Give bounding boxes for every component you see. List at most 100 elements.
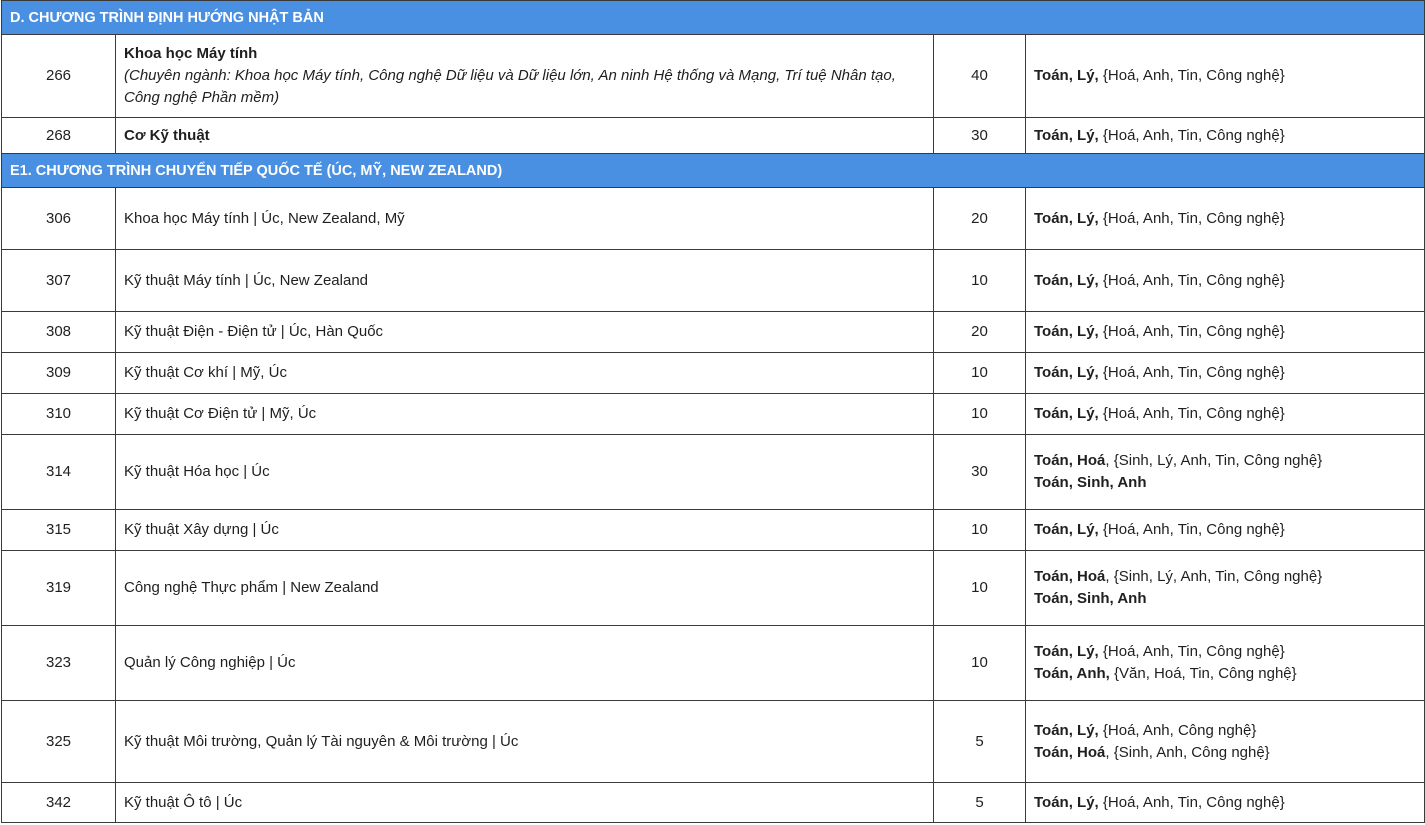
subject-combos: Toán, Hoá, {Sinh, Lý, Anh, Tin, Công ngh… [1025,550,1425,626]
subject-combos: Toán, Lý, {Hoá, Anh, Tin, Công nghệ} [1025,393,1425,435]
combo-required: Toán, Lý, [1034,209,1099,227]
program-code: 323 [1,625,116,701]
combo-required: Toán, Lý, [1034,271,1099,289]
combo-required: Toán, Lý, [1034,721,1099,739]
program-code: 310 [1,393,116,435]
program-code: 325 [1,700,116,783]
combo-optional: , {Sinh, Anh, Công nghệ} [1105,743,1270,761]
program-name: Khoa học Máy tính | Úc, New Zealand, Mỹ [115,187,934,250]
combo-required: Toán, Sinh, Anh [1034,474,1147,491]
combo-optional: {Hoá, Anh, Tin, Công nghệ} [1098,126,1285,144]
combo-required: Toán, Lý, [1034,126,1099,144]
combo-required: Toán, Lý, [1034,323,1099,340]
program-name: Kỹ thuật Điện - Điện tử | Úc, Hàn Quốc [115,311,934,353]
program-quota: 10 [933,352,1026,394]
program-name: Công nghệ Thực phẩm | New Zealand [115,550,934,626]
combo-optional: {Hoá, Anh, Tin, Công nghệ} [1098,364,1285,381]
program-code: 266 [1,34,116,118]
section-header-d: D. CHƯƠNG TRÌNH ĐỊNH HƯỚNG NHẬT BẢN [1,0,1425,35]
section-header-e1: E1. CHƯƠNG TRÌNH CHUYỂN TIẾP QUỐC TẾ (ÚC… [1,153,1425,188]
combo-required: Toán, Anh, [1034,665,1110,682]
program-code: 306 [1,187,116,250]
table-row: 266 Khoa học Máy tính (Chuyên ngành: Kho… [1,34,1425,118]
table-row: 308 Kỹ thuật Điện - Điện tử | Úc, Hàn Qu… [1,311,1425,353]
combo-required: Toán, Hoá [1034,568,1106,585]
combo-required: Toán, Lý, [1034,364,1099,381]
program-code: 314 [1,434,116,510]
subject-combos: Toán, Hoá, {Sinh, Lý, Anh, Tin, Công ngh… [1025,434,1425,510]
table-row: 307 Kỹ thuật Máy tính | Úc, New Zealand … [1,249,1425,312]
program-name: Kỹ thuật Cơ Điện tử | Mỹ, Úc [115,393,934,435]
subject-combos: Toán, Lý, {Hoá, Anh, Công nghệ} Toán, Ho… [1025,700,1425,783]
subject-combos: Toán, Lý, {Hoá, Anh, Tin, Công nghệ} [1025,311,1425,353]
table-row: 342 Kỹ thuật Ô tô | Úc 5 Toán, Lý, {Hoá,… [1,782,1425,823]
section-title: D. CHƯƠNG TRÌNH ĐỊNH HƯỚNG NHẬT BẢN [1,0,1425,35]
program-quota: 20 [933,311,1026,353]
program-quota: 5 [933,700,1026,783]
subject-combos: Toán, Lý, {Hoá, Anh, Tin, Công nghệ} [1025,249,1425,312]
combo-required: Toán, Sinh, Anh [1034,590,1147,607]
program-quota: 5 [933,782,1026,823]
combo-required: Toán, Hoá [1034,743,1106,761]
subject-combos: Toán, Lý, {Hoá, Anh, Tin, Công nghệ} [1025,117,1425,154]
subject-combos: Toán, Lý, {Hoá, Anh, Tin, Công nghệ} [1025,187,1425,250]
program-note: (Chuyên ngành: Khoa học Máy tính, Công n… [124,67,896,106]
table-row: 319 Công nghệ Thực phẩm | New Zealand 10… [1,550,1425,626]
table-row: 315 Kỹ thuật Xây dựng | Úc 10 Toán, Lý, … [1,509,1425,551]
table-row: 310 Kỹ thuật Cơ Điện tử | Mỹ, Úc 10 Toán… [1,393,1425,435]
combo-required: Toán, Lý, [1034,405,1099,422]
program-quota: 10 [933,509,1026,551]
subject-combos: Toán, Lý, {Hoá, Anh, Tin, Công nghệ} [1025,509,1425,551]
program-code: 319 [1,550,116,626]
combo-optional: {Hoá, Anh, Tin, Công nghệ} [1098,793,1285,811]
program-name: Kỹ thuật Cơ khí | Mỹ, Úc [115,352,934,394]
combo-required: Toán, Lý, [1034,67,1099,84]
programs-table: D. CHƯƠNG TRÌNH ĐỊNH HƯỚNG NHẬT BẢN 266 … [1,0,1425,823]
subject-combos: Toán, Lý, {Hoá, Anh, Tin, Công nghệ} [1025,782,1425,823]
table-row: 309 Kỹ thuật Cơ khí | Mỹ, Úc 10 Toán, Lý… [1,352,1425,394]
combo-required: Toán, Hoá [1034,452,1106,469]
section-title: E1. CHƯƠNG TRÌNH CHUYỂN TIẾP QUỐC TẾ (ÚC… [1,153,1425,188]
program-code: 342 [1,782,116,823]
program-quota: 10 [933,249,1026,312]
subject-combos: Toán, Lý, {Hoá, Anh, Tin, Công nghệ} [1025,352,1425,394]
program-name: Kỹ thuật Hóa học | Úc [115,434,934,510]
program-quota: 10 [933,393,1026,435]
program-name: Khoa học Máy tính [124,45,258,62]
program-name: Kỹ thuật Môi trường, Quản lý Tài nguyên … [115,700,934,783]
program-code: 307 [1,249,116,312]
combo-optional: {Hoá, Anh, Tin, Công nghệ} [1098,67,1285,84]
table-row: 325 Kỹ thuật Môi trường, Quản lý Tài ngu… [1,700,1425,783]
program-name: Kỹ thuật Máy tính | Úc, New Zealand [115,249,934,312]
program-code: 268 [1,117,116,154]
subject-combos: Toán, Lý, {Hoá, Anh, Tin, Công nghệ} [1025,34,1425,118]
combo-optional: {Văn, Hoá, Tin, Công nghệ} [1109,665,1297,682]
combo-optional: {Hoá, Anh, Tin, Công nghệ} [1098,643,1285,660]
program-quota: 30 [933,117,1026,154]
program-quota: 40 [933,34,1026,118]
combo-optional: , {Sinh, Lý, Anh, Tin, Công nghệ} [1105,452,1323,469]
combo-optional: {Hoá, Anh, Tin, Công nghệ} [1098,323,1285,340]
program-code: 315 [1,509,116,551]
table-row: 306 Khoa học Máy tính | Úc, New Zealand,… [1,187,1425,250]
combo-optional: {Hoá, Anh, Tin, Công nghệ} [1098,209,1285,227]
combo-optional: {Hoá, Anh, Tin, Công nghệ} [1098,521,1285,538]
table-row: 323 Quản lý Công nghiệp | Úc 10 Toán, Lý… [1,625,1425,701]
table-row: 314 Kỹ thuật Hóa học | Úc 30 Toán, Hoá, … [1,434,1425,510]
combo-optional: {Hoá, Anh, Công nghệ} [1098,721,1257,739]
program-code: 308 [1,311,116,353]
combo-optional: {Hoá, Anh, Tin, Công nghệ} [1098,405,1285,422]
program-quota: 20 [933,187,1026,250]
subject-combos: Toán, Lý, {Hoá, Anh, Tin, Công nghệ} Toá… [1025,625,1425,701]
program-quota: 30 [933,434,1026,510]
table-row: 268 Cơ Kỹ thuật 30 Toán, Lý, {Hoá, Anh, … [1,117,1425,154]
combo-optional: , {Sinh, Lý, Anh, Tin, Công nghệ} [1105,568,1323,585]
program-name: Kỹ thuật Ô tô | Úc [115,782,934,823]
program-name: Cơ Kỹ thuật [115,117,934,154]
combo-required: Toán, Lý, [1034,793,1099,811]
program-name: Quản lý Công nghiệp | Úc [115,625,934,701]
combo-required: Toán, Lý, [1034,521,1099,538]
program-quota: 10 [933,550,1026,626]
combo-required: Toán, Lý, [1034,643,1099,660]
combo-optional: {Hoá, Anh, Tin, Công nghệ} [1098,271,1285,289]
